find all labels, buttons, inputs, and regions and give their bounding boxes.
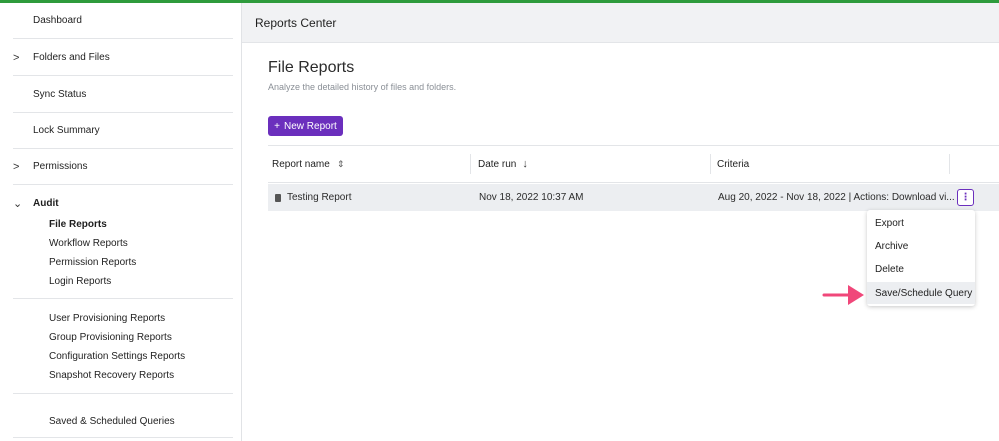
sidebar-subitem-snapshot-recovery[interactable]: Snapshot Recovery Reports xyxy=(49,370,174,381)
actions-menu: Export Archive Delete Save/Schedule Quer… xyxy=(867,210,975,306)
new-report-button[interactable]: + New Report xyxy=(268,116,343,136)
arrow-down-icon: ↓ xyxy=(522,158,528,170)
page-title: File Reports xyxy=(268,59,355,76)
column-header-date-run[interactable]: Date run ↓ xyxy=(478,146,528,182)
pointer-arrow-icon xyxy=(822,285,864,305)
sidebar-item-sync-status[interactable]: Sync Status xyxy=(13,77,233,113)
header-title: Reports Center xyxy=(255,16,337,30)
more-actions-icon[interactable]: ⋮ xyxy=(957,189,974,206)
row-date-cell: Nov 18, 2022 10:37 AM xyxy=(479,192,584,203)
sidebar-subitem-workflow-reports[interactable]: Workflow Reports xyxy=(49,238,128,249)
sidebar-subitem-login-reports[interactable]: Login Reports xyxy=(49,276,111,287)
sidebar-item-permissions[interactable]: > Permissions xyxy=(13,149,233,185)
sidebar-item-lock-summary[interactable]: Lock Summary xyxy=(13,113,233,149)
sidebar-divider xyxy=(13,437,233,438)
sidebar-item-folders-files[interactable]: > Folders and Files xyxy=(13,40,233,76)
sidebar-divider xyxy=(13,393,233,394)
sidebar-subitem-group-provisioning[interactable]: Group Provisioning Reports xyxy=(49,332,172,343)
column-divider xyxy=(710,154,711,174)
menu-item-save-schedule-query[interactable]: Save/Schedule Query xyxy=(867,282,975,304)
sidebar-subitem-permission-reports[interactable]: Permission Reports xyxy=(49,257,136,268)
row-name-cell: Testing Report xyxy=(275,184,351,211)
column-header-report-name[interactable]: Report name ⇕ xyxy=(272,146,344,182)
sidebar-subitem-saved-queries[interactable]: Saved & Scheduled Queries xyxy=(49,416,175,427)
sidebar-item-dashboard[interactable]: Dashboard xyxy=(13,3,233,39)
menu-item-export[interactable]: Export xyxy=(867,212,975,234)
column-header-criteria[interactable]: Criteria xyxy=(717,146,749,182)
column-divider xyxy=(949,154,950,174)
row-criteria-cell: Aug 20, 2022 - Nov 18, 2022 | Actions: D… xyxy=(718,192,955,203)
sidebar-divider xyxy=(13,298,233,299)
menu-item-delete[interactable]: Delete xyxy=(867,258,975,280)
sidebar-subitem-user-provisioning[interactable]: User Provisioning Reports xyxy=(49,313,165,324)
chevron-down-icon: ⌄ xyxy=(13,197,23,210)
sidebar-subitem-configuration-settings[interactable]: Configuration Settings Reports xyxy=(49,351,185,362)
sidebar-item-audit[interactable]: ⌄ Audit xyxy=(13,196,233,210)
page-header: Reports Center xyxy=(242,3,999,43)
document-icon xyxy=(275,193,281,202)
column-divider xyxy=(470,154,471,174)
page-subtitle: Analyze the detailed history of files an… xyxy=(268,82,457,92)
sidebar: Dashboard > Folders and Files Sync Statu… xyxy=(0,3,242,441)
menu-item-archive[interactable]: Archive xyxy=(867,235,975,257)
chevron-right-icon: > xyxy=(13,160,20,173)
table-header: Report name ⇕ Date run ↓ Criteria xyxy=(268,145,999,183)
chevron-right-icon: > xyxy=(13,51,20,64)
plus-icon: + xyxy=(274,120,281,132)
table-row[interactable]: Testing Report Nov 18, 2022 10:37 AM Aug… xyxy=(268,184,999,211)
sidebar-subitem-file-reports[interactable]: File Reports xyxy=(49,219,107,230)
sort-icon: ⇕ xyxy=(336,158,345,169)
